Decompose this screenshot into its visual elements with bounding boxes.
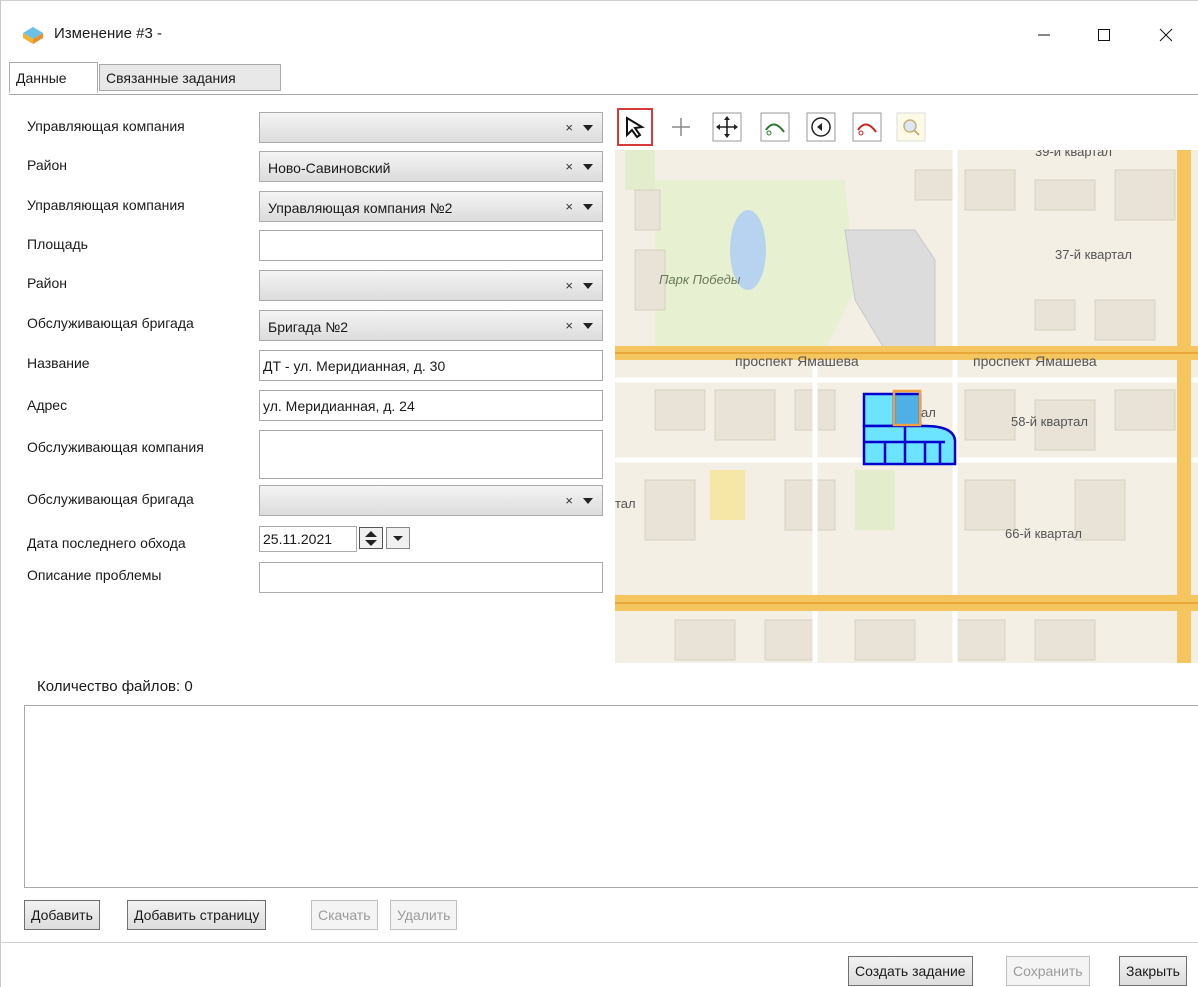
chevron-down-icon[interactable] (583, 204, 593, 210)
draw-arc-icon (760, 112, 790, 142)
area-input[interactable] (259, 230, 603, 261)
pan-move-icon (712, 112, 742, 142)
map-label: 58-й квартал (1011, 414, 1088, 429)
map-label: 66-й квартал (1005, 526, 1082, 541)
map-label: Парк Победы (659, 272, 741, 287)
managing-company-combo-1[interactable]: × (259, 112, 603, 143)
select-arrow-icon (626, 116, 645, 139)
chevron-down-icon (393, 536, 403, 541)
label-name: Название (27, 355, 90, 371)
select-tool-button[interactable] (617, 108, 653, 146)
minimize-button[interactable] (1021, 15, 1067, 55)
service-company-input[interactable] (259, 430, 603, 479)
pan-tool-button[interactable] (707, 108, 747, 146)
clear-icon[interactable]: × (565, 120, 573, 135)
address-input[interactable]: ул. Меридианная, д. 24 (259, 390, 603, 421)
delete-arc-icon (852, 112, 882, 142)
chevron-down-icon[interactable] (583, 498, 593, 504)
clear-icon[interactable]: × (565, 278, 573, 293)
clear-icon[interactable]: × (565, 493, 573, 508)
draw-arc-tool-button[interactable] (755, 108, 795, 146)
map-label: проспект Ямашева (973, 353, 1097, 369)
label-service-brigade-2: Обслуживающая бригада (27, 491, 194, 507)
combo-value: Управляющая компания №2 (268, 200, 453, 216)
chevron-down-icon[interactable] (583, 323, 593, 329)
clear-icon[interactable]: × (565, 318, 573, 333)
combo-value: Бригада №2 (268, 319, 349, 335)
create-task-button[interactable]: Создать задание (848, 956, 973, 986)
add-point-tool-button[interactable] (666, 108, 696, 146)
chevron-down-icon[interactable] (583, 125, 593, 131)
map-view[interactable]: 39-й квартал 37-й квартал Парк Победы пр… (615, 150, 1198, 663)
footer-separator (1, 942, 1198, 943)
label-address: Адрес (27, 397, 68, 413)
label-managing-company-1: Управляющая компания (27, 118, 185, 134)
label-district-2: Район (27, 275, 67, 291)
title-bar: Изменение #3 - (1, 0, 1198, 61)
maximize-icon (1098, 29, 1110, 41)
label-district-1: Район (27, 157, 67, 173)
dialog-window: Изменение #3 - Данные Связанные задания … (0, 0, 1198, 987)
map-label: проспект Ямашева (735, 353, 859, 369)
clear-icon[interactable]: × (565, 199, 573, 214)
district-combo-1[interactable]: Ново-Савиновский × (259, 151, 603, 182)
tab-related-tasks[interactable]: Связанные задания (99, 64, 281, 91)
label-service-company: Обслуживающая компания (27, 439, 204, 455)
app-icon (23, 27, 43, 44)
spin-updown-icon (365, 531, 377, 546)
close-icon (1159, 28, 1173, 42)
files-count-label: Количество файлов: 0 (37, 678, 193, 695)
add-point-icon (672, 118, 690, 136)
label-problem-description: Описание проблемы (27, 567, 162, 583)
date-spinner[interactable] (359, 527, 383, 549)
window-title: Изменение #3 - (54, 25, 162, 42)
map-label: 37-й квартал (1055, 247, 1132, 262)
date-value: 25.11.2021 (263, 531, 333, 547)
label-last-inspection-date: Дата последнего обхода (27, 535, 186, 551)
district-combo-2[interactable]: × (259, 270, 603, 301)
label-area: Площадь (27, 236, 88, 252)
minimize-icon (1038, 34, 1050, 36)
map-canvas (615, 150, 1198, 663)
map-label: ал (921, 405, 936, 420)
maximize-button[interactable] (1081, 15, 1127, 55)
delete-file-button[interactable]: Удалить (390, 900, 458, 930)
save-button[interactable]: Сохранить (1006, 956, 1090, 986)
files-list[interactable] (24, 705, 1198, 888)
add-page-button[interactable]: Добавить страницу (127, 900, 267, 930)
zoom-icon (896, 112, 926, 142)
service-brigade-combo-1[interactable]: Бригада №2 × (259, 310, 603, 341)
combo-value: Ново-Савиновский (268, 160, 391, 176)
service-brigade-combo-2[interactable]: × (259, 485, 603, 516)
label-service-brigade-1: Обслуживающая бригада (27, 315, 194, 331)
rotate-icon (806, 112, 836, 142)
add-file-button[interactable]: Добавить (24, 900, 100, 930)
problem-description-input[interactable] (259, 562, 603, 593)
chevron-down-icon[interactable] (583, 164, 593, 170)
chevron-down-icon[interactable] (583, 283, 593, 289)
close-window-button[interactable] (1143, 15, 1189, 55)
tab-strip: Данные Связанные задания (9, 62, 1198, 95)
close-button[interactable]: Закрыть (1119, 956, 1187, 986)
managing-company-combo-2[interactable]: Управляющая компания №2 × (259, 191, 603, 222)
delete-arc-tool-button[interactable] (847, 108, 887, 146)
map-label: тал (615, 496, 636, 511)
name-input[interactable]: ДТ - ул. Меридианная, д. 30 (259, 350, 603, 381)
rotate-tool-button[interactable] (801, 108, 841, 146)
label-managing-company-2: Управляющая компания (27, 197, 185, 213)
input-value: ДТ - ул. Меридианная, д. 30 (263, 358, 446, 374)
last-inspection-date-input[interactable]: 25.11.2021 (259, 526, 357, 552)
clear-icon[interactable]: × (565, 159, 573, 174)
date-dropdown-button[interactable] (386, 527, 410, 549)
download-button[interactable]: Скачать (311, 900, 378, 930)
zoom-tool-button[interactable] (891, 108, 931, 146)
map-label: 39-й квартал (1035, 150, 1112, 159)
input-value: ул. Меридианная, д. 24 (263, 398, 415, 414)
tab-data[interactable]: Данные (9, 62, 98, 93)
